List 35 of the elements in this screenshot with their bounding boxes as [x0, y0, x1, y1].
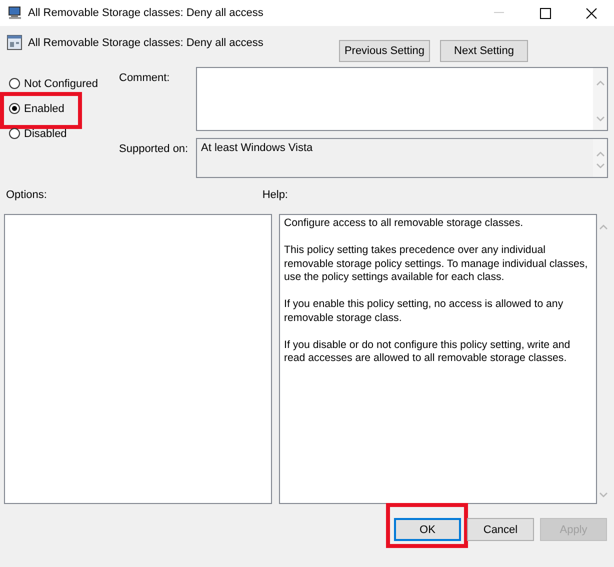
comment-field[interactable]	[196, 67, 608, 131]
help-paragraph: Configure access to all removable storage classes.	[284, 217, 524, 230]
help-label: Help:	[262, 189, 288, 203]
maximize-icon[interactable]	[540, 8, 550, 18]
options-label: Options:	[6, 189, 47, 203]
policy-icon	[7, 35, 22, 50]
scroll-down-icon[interactable]	[596, 116, 604, 122]
scroll-up-icon[interactable]	[596, 80, 604, 86]
scroll-down-icon[interactable]	[599, 492, 608, 498]
help-paragraph: If you enable this policy setting, no access is allowed to any removable storage class.	[284, 298, 564, 325]
policy-title: All Removable Storage classes: Deny all access	[28, 36, 264, 48]
scroll-up-icon[interactable]	[599, 224, 608, 230]
nav-button[interactable]: Previous Setting	[339, 40, 430, 62]
dialog-button[interactable]: OK	[394, 518, 461, 541]
scrollbar[interactable]	[593, 139, 607, 177]
computer-icon	[8, 6, 22, 20]
scrollbar[interactable]	[593, 68, 607, 130]
nav-button[interactable]: Next Setting	[440, 40, 528, 62]
radio-button[interactable]	[9, 128, 20, 139]
supported-label: Supported on:	[119, 143, 190, 155]
radio-button[interactable]	[9, 103, 20, 114]
scroll-down-icon[interactable]	[596, 163, 604, 169]
supported-value: At least Windows Vista	[200, 141, 314, 156]
radio-label[interactable]: Not Configured	[24, 78, 98, 90]
radio-button[interactable]	[9, 78, 20, 89]
help-paragraph: This policy setting takes precedence over any individual removable storage policy settings. To manage individual classes, use the policy settings available for each class.	[284, 244, 589, 284]
close-icon[interactable]	[586, 8, 596, 18]
scroll-up-icon[interactable]	[596, 151, 604, 157]
radio-label[interactable]: Enabled	[24, 102, 64, 114]
radio-label[interactable]: Disabled	[24, 128, 67, 140]
help-paragraph: If you disable or do not configure this policy setting, write and read accesses are allowed to all removable storage classes.	[284, 338, 572, 366]
comment-label: Comment:	[119, 72, 171, 84]
minimize-icon[interactable]	[494, 12, 504, 14]
dialog-button[interactable]: Cancel	[467, 518, 534, 541]
window-title: All Removable Storage classes: Deny all access	[28, 7, 264, 19]
